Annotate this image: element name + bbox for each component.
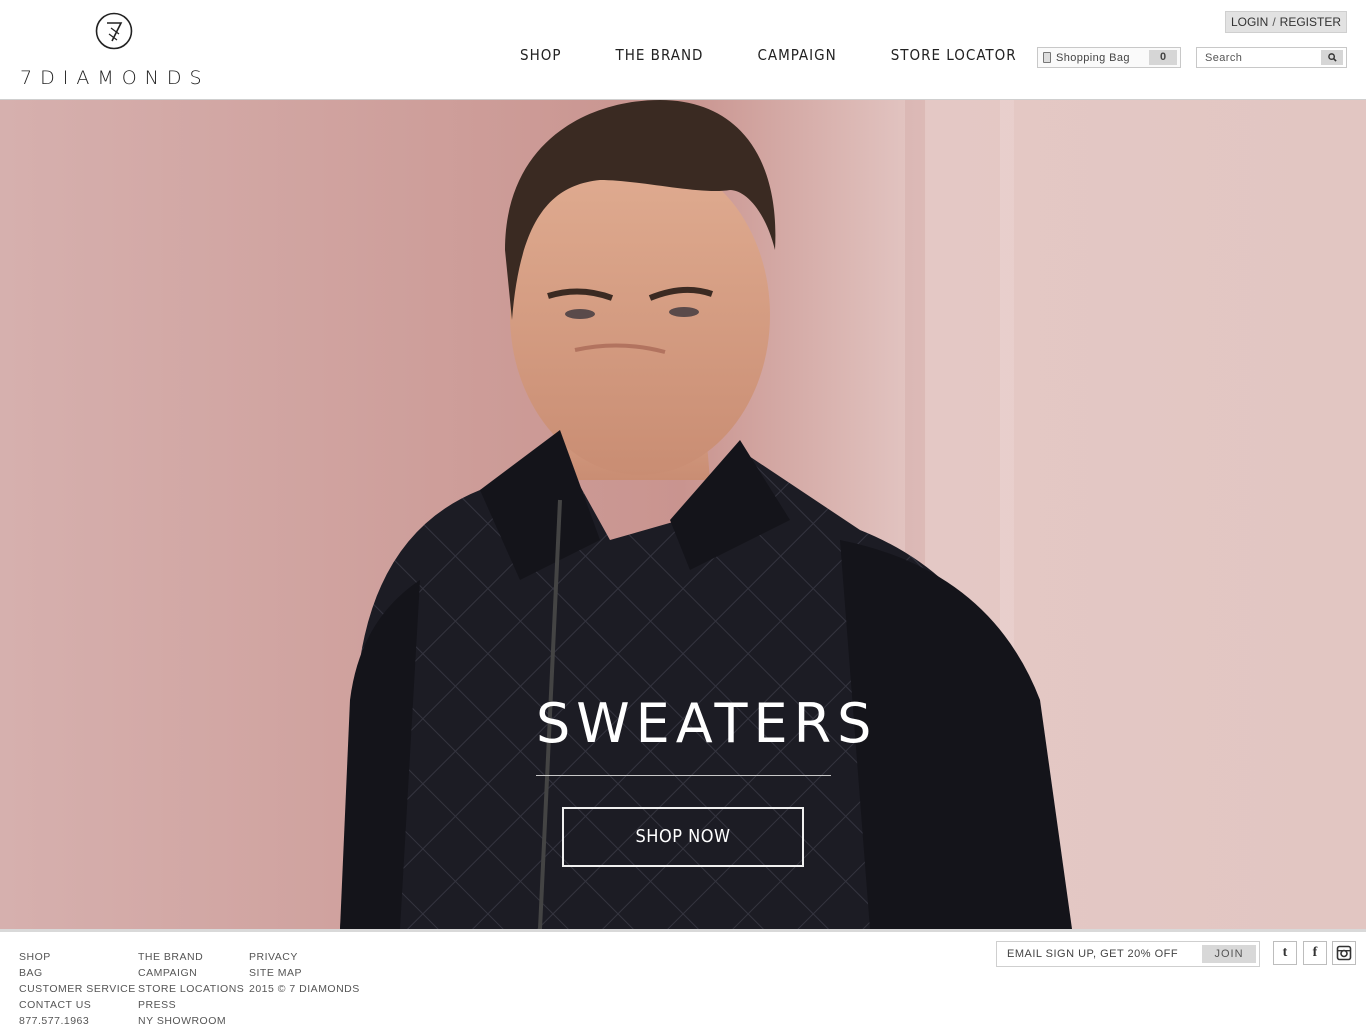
footer-column-3: PRIVACY SITE MAP 2015 © 7 DIAMONDS <box>249 949 360 997</box>
facebook-icon: f <box>1312 945 1318 960</box>
instagram-icon <box>1336 945 1352 961</box>
shopping-bag-icon <box>1043 52 1051 63</box>
tumblr-icon: t <box>1282 945 1288 960</box>
search-icon <box>1327 53 1337 62</box>
footer-link-privacy[interactable]: PRIVACY <box>249 949 360 965</box>
nav-item-campaign[interactable]: CAMPAIGN <box>757 46 836 64</box>
site-header: 7DIAMONDS SHOP THE BRAND CAMPAIGN STORE … <box>0 0 1366 100</box>
nav-item-the-brand[interactable]: THE BRAND <box>615 46 703 64</box>
shopping-bag-button[interactable]: Shopping Bag 0 <box>1037 47 1181 68</box>
tumblr-link[interactable]: t <box>1273 941 1297 965</box>
seven-diamond-logo-icon <box>95 12 133 50</box>
brand-wordmark: 7DIAMONDS <box>20 67 210 89</box>
footer-link-bag[interactable]: BAG <box>19 965 136 981</box>
search-box <box>1196 47 1347 68</box>
hero-divider <box>536 775 831 776</box>
brand-logo[interactable]: 7DIAMONDS <box>20 12 220 92</box>
hero-image[interactable] <box>0 100 1366 929</box>
bag-count-badge: 0 <box>1149 50 1177 65</box>
email-signup: JOIN <box>996 941 1260 967</box>
join-button[interactable]: JOIN <box>1202 945 1256 963</box>
nav-item-store-locator[interactable]: STORE LOCATOR <box>891 46 1017 64</box>
login-link[interactable]: LOGIN <box>1231 12 1268 32</box>
footer-link-the-brand[interactable]: THE BRAND <box>138 949 244 965</box>
shopping-bag-label: Shopping Bag <box>1056 51 1130 64</box>
login-register-button[interactable]: LOGIN / REGISTER <box>1224 11 1347 33</box>
footer-link-campaign[interactable]: CAMPAIGN <box>138 965 244 981</box>
footer-column-1: SHOP BAG CUSTOMER SERVICE CONTACT US 877… <box>19 949 136 1029</box>
email-signup-input[interactable] <box>997 948 1197 960</box>
search-button[interactable] <box>1321 50 1343 65</box>
hero-banner: SWEATERS SHOP NOW <box>0 100 1366 929</box>
footer-column-2: THE BRAND CAMPAIGN STORE LOCATIONS PRESS… <box>138 949 244 1029</box>
login-separator: / <box>1272 15 1276 29</box>
footer-link-press[interactable]: PRESS <box>138 997 244 1013</box>
nav-item-shop[interactable]: SHOP <box>520 46 561 64</box>
instagram-link[interactable] <box>1332 941 1356 965</box>
footer-link-customer-service[interactable]: CUSTOMER SERVICE <box>19 981 136 997</box>
footer-link-site-map[interactable]: SITE MAP <box>249 965 360 981</box>
search-input[interactable] <box>1197 48 1319 67</box>
main-nav: SHOP THE BRAND CAMPAIGN STORE LOCATOR <box>520 46 1017 64</box>
footer-link-ny-showroom[interactable]: NY SHOWROOM <box>138 1013 244 1029</box>
hero-title: SWEATERS <box>536 692 878 755</box>
footer-copyright: 2015 © 7 DIAMONDS <box>249 983 360 995</box>
shop-now-button[interactable]: SHOP NOW <box>562 807 804 867</box>
footer-link-contact-us[interactable]: CONTACT US <box>19 997 136 1013</box>
footer-phone[interactable]: 877.577.1963 <box>19 1013 136 1029</box>
footer-link-store-locations[interactable]: STORE LOCATIONS <box>138 981 244 997</box>
site-footer: SHOP BAG CUSTOMER SERVICE CONTACT US 877… <box>0 929 1366 1035</box>
footer-link-shop[interactable]: SHOP <box>19 949 136 965</box>
register-link[interactable]: REGISTER <box>1280 12 1341 32</box>
facebook-link[interactable]: f <box>1303 941 1327 965</box>
